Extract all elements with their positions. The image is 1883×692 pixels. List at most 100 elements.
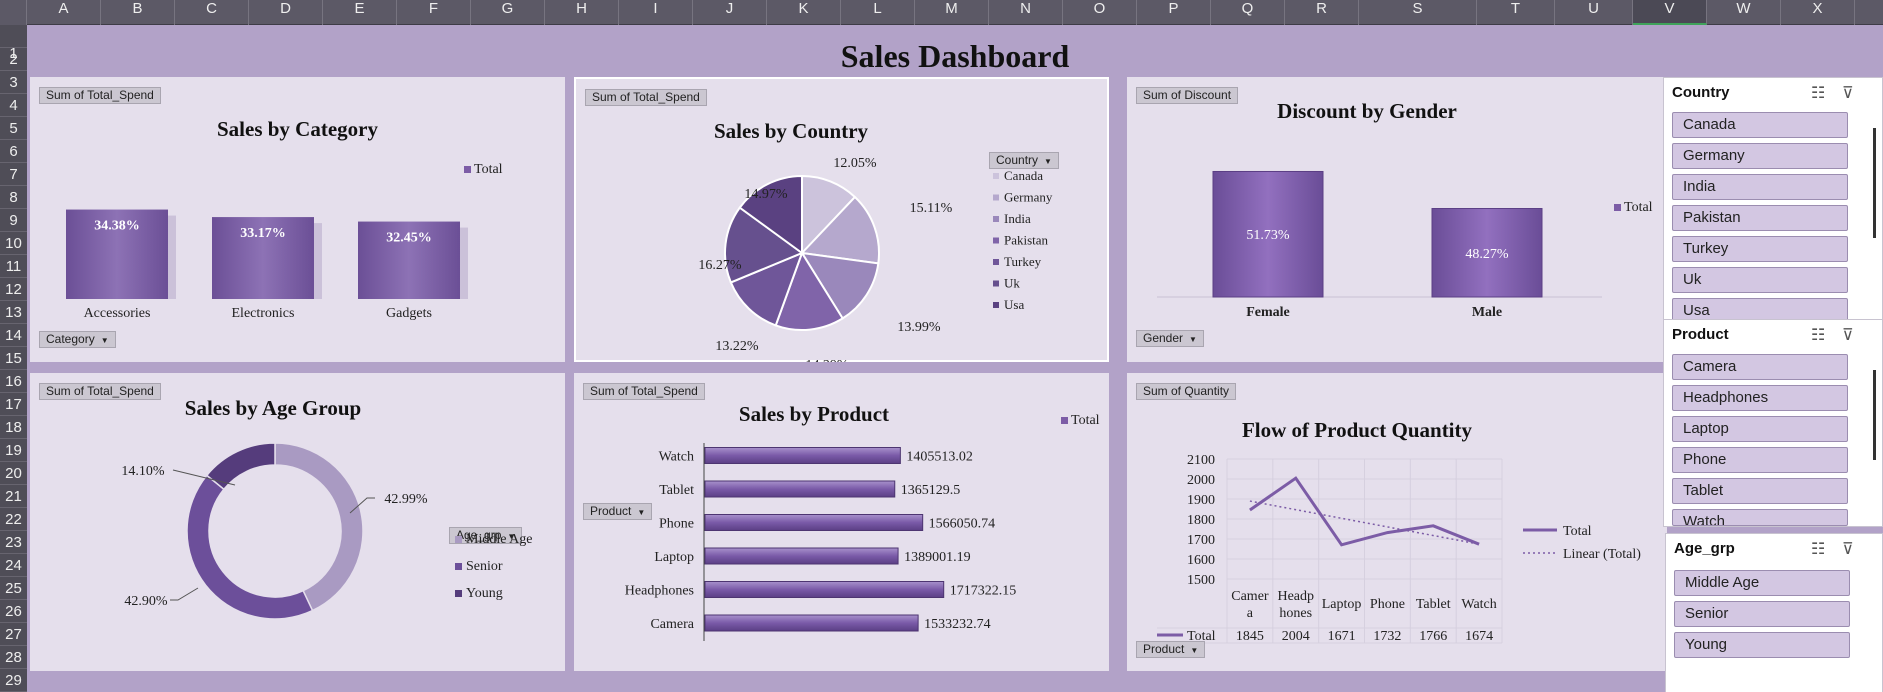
- column-header-P[interactable]: P: [1137, 0, 1211, 25]
- row-header-3[interactable]: 3: [0, 71, 27, 94]
- slicer-item[interactable]: Pakistan: [1672, 205, 1848, 231]
- gender-chart-panel[interactable]: Sum of Discount Discount by Gender 51.73…: [1127, 77, 1667, 362]
- row-header-25[interactable]: 25: [0, 577, 27, 600]
- slice-value-label: 42.90%: [124, 594, 168, 609]
- row-header-12[interactable]: 12: [0, 278, 27, 301]
- slicer-item[interactable]: Turkey: [1672, 236, 1848, 262]
- slicer-item[interactable]: Headphones: [1672, 385, 1848, 411]
- slicer-item[interactable]: Canada: [1672, 112, 1848, 138]
- column-header-X[interactable]: X: [1781, 0, 1855, 25]
- country-chart-panel[interactable]: Sum of Total_Spend Sales by Country Coun…: [574, 77, 1109, 362]
- quantity-axis-field-button[interactable]: Product ▼: [1136, 641, 1206, 658]
- column-header-S[interactable]: S: [1359, 0, 1477, 25]
- row-header-11[interactable]: 11: [0, 255, 27, 278]
- row-header-28[interactable]: 28: [0, 646, 27, 669]
- slicer-item[interactable]: Camera: [1672, 354, 1848, 380]
- gender-axis-field-button[interactable]: Gender ▼: [1136, 330, 1204, 347]
- slicer-scrollbar[interactable]: [1873, 128, 1876, 238]
- product-bar[interactable]: [704, 547, 899, 565]
- column-header-J[interactable]: J: [693, 0, 767, 25]
- slicer-item[interactable]: Senior: [1674, 601, 1850, 627]
- row-header-16[interactable]: 16: [0, 370, 27, 393]
- row-header-18[interactable]: 18: [0, 416, 27, 439]
- row-header-7[interactable]: 7: [0, 163, 27, 186]
- slicer-item[interactable]: Tablet: [1672, 478, 1848, 504]
- clear-filter-icon[interactable]: ⊽: [1842, 325, 1854, 344]
- row-header-24[interactable]: 24: [0, 554, 27, 577]
- row-header-2[interactable]: 2: [0, 48, 27, 71]
- quantity-chart-panel[interactable]: Sum of Quantity Flow of Product Quantity…: [1127, 373, 1667, 671]
- column-header-C[interactable]: C: [175, 0, 249, 25]
- slicer-item[interactable]: Uk: [1672, 267, 1848, 293]
- category-axis-field-button[interactable]: Category ▼: [39, 331, 116, 348]
- row-header-17[interactable]: 17: [0, 393, 27, 416]
- row-header-6[interactable]: 6: [0, 140, 27, 163]
- clear-filter-icon[interactable]: ⊽: [1842, 83, 1854, 102]
- column-header-Q[interactable]: Q: [1211, 0, 1285, 25]
- row-header-19[interactable]: 19: [0, 439, 27, 462]
- product-bar[interactable]: [704, 480, 896, 498]
- age-chart-panel[interactable]: Sum of Total_Spend Sales by Age Group Ag…: [30, 373, 565, 671]
- multi-select-icon[interactable]: ☷: [1811, 83, 1825, 102]
- row-header-20[interactable]: 20: [0, 462, 27, 485]
- row-header-14[interactable]: 14: [0, 324, 27, 347]
- row-header-29[interactable]: 29: [0, 669, 27, 692]
- row-header-27[interactable]: 27: [0, 623, 27, 646]
- slicer-item[interactable]: India: [1672, 174, 1848, 200]
- row-header-8[interactable]: 8: [0, 186, 27, 209]
- column-header-G[interactable]: G: [471, 0, 545, 25]
- multi-select-icon[interactable]: ☷: [1811, 325, 1825, 344]
- column-header-T[interactable]: T: [1477, 0, 1555, 25]
- row-header-4[interactable]: 4: [0, 94, 27, 117]
- slicer-item[interactable]: Germany: [1672, 143, 1848, 169]
- column-header-I[interactable]: I: [619, 0, 693, 25]
- row-header-23[interactable]: 23: [0, 531, 27, 554]
- column-header-L[interactable]: L: [841, 0, 915, 25]
- select-all-corner[interactable]: [0, 0, 27, 25]
- column-header-U[interactable]: U: [1555, 0, 1633, 25]
- row-header-9[interactable]: 9: [0, 209, 27, 232]
- row-header-5[interactable]: 5: [0, 117, 27, 140]
- column-header-B[interactable]: B: [101, 0, 175, 25]
- column-header-O[interactable]: O: [1063, 0, 1137, 25]
- slicer-item[interactable]: Phone: [1672, 447, 1848, 473]
- clear-filter-icon[interactable]: ⊽: [1842, 539, 1854, 558]
- slicer-scrollbar[interactable]: [1873, 370, 1876, 460]
- product-bar[interactable]: [704, 447, 901, 464]
- column-header-K[interactable]: K: [767, 0, 841, 25]
- category-chart-panel[interactable]: Sum of Total_Spend Sales by Category 34.…: [30, 77, 565, 362]
- bar-value-label: 32.45%: [386, 231, 432, 246]
- row-header-10[interactable]: 10: [0, 232, 27, 255]
- column-header-M[interactable]: M: [915, 0, 989, 25]
- product-bar[interactable]: [704, 614, 919, 632]
- column-header-W[interactable]: W: [1707, 0, 1781, 25]
- multi-select-icon[interactable]: ☷: [1811, 539, 1825, 558]
- column-header-H[interactable]: H: [545, 0, 619, 25]
- row-header-26[interactable]: 26: [0, 600, 27, 623]
- row-header-13[interactable]: 13: [0, 301, 27, 324]
- doughnut-slice[interactable]: [186, 474, 314, 620]
- doughnut-slice[interactable]: [205, 442, 276, 491]
- column-header-F[interactable]: F: [397, 0, 471, 25]
- column-header-A[interactable]: A: [27, 0, 101, 25]
- slicer-item[interactable]: Middle Age: [1674, 570, 1850, 596]
- row-header-1[interactable]: 1: [0, 25, 27, 62]
- slicer-item[interactable]: Young: [1674, 632, 1850, 658]
- column-header-D[interactable]: D: [249, 0, 323, 25]
- slicer-item[interactable]: Watch: [1672, 509, 1848, 526]
- product-bar[interactable]: [704, 581, 945, 598]
- country-slicer[interactable]: Country ☷ ⊽ Canada Germany India Pakistan Tu…: [1663, 77, 1883, 335]
- column-header-V[interactable]: V: [1633, 0, 1707, 25]
- column-header-E[interactable]: E: [323, 0, 397, 25]
- slicer-item[interactable]: Laptop: [1672, 416, 1848, 442]
- column-header-R[interactable]: R: [1285, 0, 1359, 25]
- row-header-15[interactable]: 15: [0, 347, 27, 370]
- column-header-N[interactable]: N: [989, 0, 1063, 25]
- product-chart-panel[interactable]: Sum of Total_Spend Sales by Product Prod…: [574, 373, 1109, 671]
- age-slicer[interactable]: Age_grp ☷ ⊽ Middle Age Senior Young: [1665, 533, 1883, 692]
- row-header-21[interactable]: 21: [0, 485, 27, 508]
- doughnut-slice[interactable]: [274, 442, 364, 612]
- product-slicer[interactable]: Product ☷ ⊽ Camera Headphones Laptop Phone T…: [1663, 319, 1883, 527]
- product-bar[interactable]: [704, 514, 924, 531]
- row-header-22[interactable]: 22: [0, 508, 27, 531]
